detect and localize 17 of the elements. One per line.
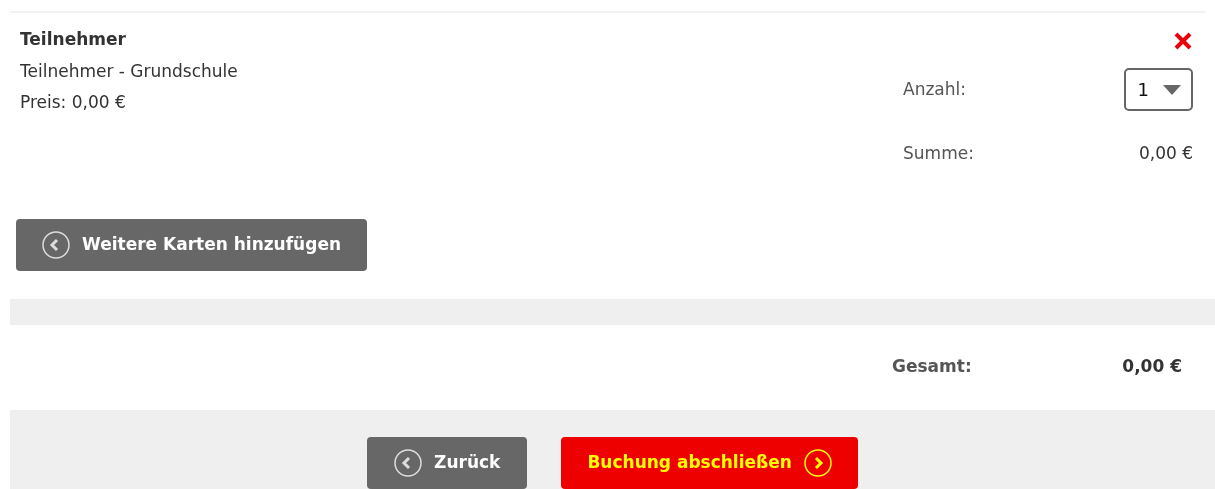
quantity-label: Anzahl: [903,77,967,101]
add-tickets-button[interactable]: Weitere Karten hinzufügen [16,218,368,271]
quantity-select[interactable]: 1 [1123,68,1193,111]
chevron-right-icon [803,448,832,477]
item-description: Teilnehmer - Grundschule [20,59,239,83]
chevron-left-icon [394,448,423,477]
total-value: 0,00 € [1121,355,1182,379]
item-price: Preis: 0,00 € [20,91,127,114]
total-label: Gesamt: [892,355,973,379]
back-button[interactable]: Zurück [367,436,528,489]
sum-label: Summe: [903,142,975,165]
submit-button[interactable]: Buchung abschließen [561,436,858,489]
item-title: Teilnehmer [20,28,127,51]
close-icon[interactable] [1173,31,1193,51]
caret-icon [1163,84,1181,95]
chevron-left-icon [42,230,70,259]
sum-value: 0,00 € [1137,142,1193,165]
